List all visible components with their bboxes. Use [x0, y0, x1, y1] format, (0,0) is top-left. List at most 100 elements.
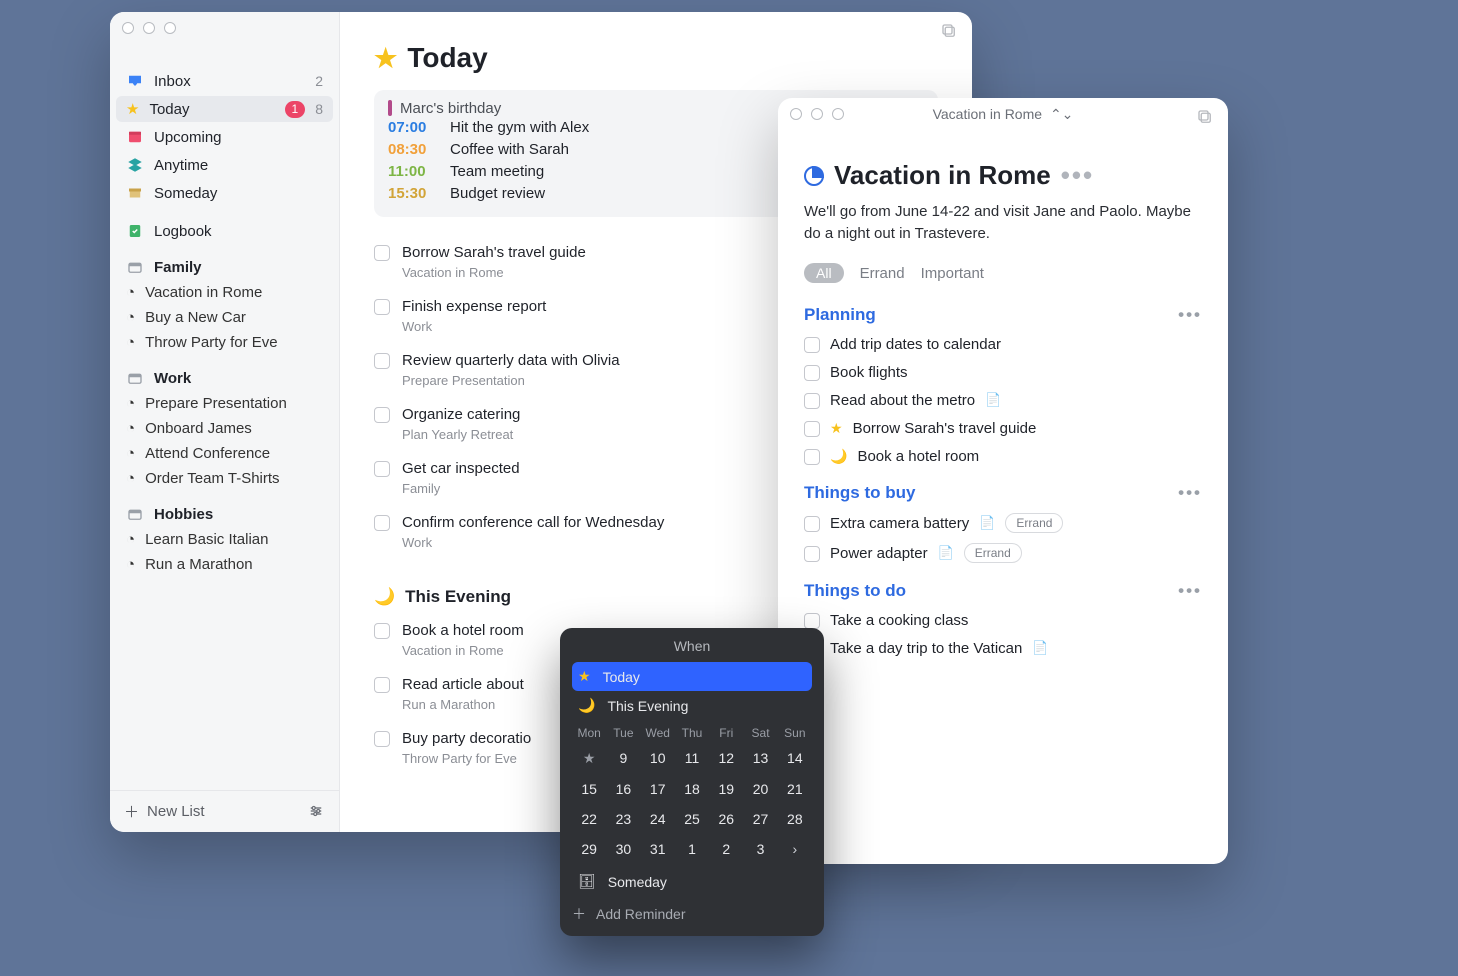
sidebar-project[interactable]: ◔Attend Conference [110, 441, 339, 466]
add-reminder-button[interactable]: ＋ Add Reminder [572, 904, 812, 924]
calendar-day[interactable]: 22 [572, 807, 606, 831]
settings-icon[interactable] [307, 802, 325, 821]
sidebar-project[interactable]: ◔Onboard James [110, 416, 339, 441]
sidebar-item-upcoming[interactable]: Upcoming [116, 124, 333, 150]
task-tag[interactable]: Errand [964, 543, 1022, 563]
zoom-icon[interactable] [164, 22, 176, 34]
checkbox[interactable] [374, 299, 390, 315]
calendar-day[interactable]: 14 [778, 746, 812, 771]
task-row[interactable]: 🌙Book a hotel room [804, 447, 1202, 465]
calendar-day[interactable]: 25 [675, 807, 709, 831]
sidebar-project[interactable]: ◔Order Team T-Shirts [110, 466, 339, 491]
task-row[interactable]: Take a day trip to the Vatican 📄 [804, 639, 1202, 657]
calendar-day[interactable]: 26 [709, 807, 743, 831]
calendar-day[interactable]: 11 [675, 746, 709, 771]
sidebar-item-inbox[interactable]: Inbox 2 [116, 68, 333, 94]
close-icon[interactable] [122, 22, 134, 34]
section-heading[interactable]: Things to do [804, 581, 906, 601]
calendar-day[interactable]: 21 [778, 777, 812, 801]
calendar-day[interactable]: 2 [709, 837, 743, 861]
task-row[interactable]: Take a cooking class [804, 611, 1202, 629]
checkbox[interactable] [374, 407, 390, 423]
calendar-day[interactable]: 24 [641, 807, 675, 831]
task-row[interactable]: Book flights [804, 363, 1202, 381]
filter-all[interactable]: All [804, 263, 844, 283]
calendar-day[interactable]: 9 [606, 746, 640, 771]
section-more-icon[interactable]: ••• [1178, 581, 1202, 601]
project-notes[interactable]: We'll go from June 14-22 and visit Jane … [804, 201, 1202, 245]
calendar-next-icon[interactable]: › [778, 837, 812, 861]
minimize-icon[interactable] [143, 22, 155, 34]
sidebar-project[interactable]: ◔Run a Marathon [110, 552, 339, 577]
checkbox[interactable] [804, 613, 820, 629]
calendar-today-star[interactable]: ★ [572, 746, 606, 771]
calendar-day[interactable]: 19 [709, 777, 743, 801]
calendar-day[interactable]: 20 [743, 777, 777, 801]
when-option-evening[interactable]: 🌙 This Evening [572, 691, 812, 720]
checkbox[interactable] [374, 623, 390, 639]
calendar-day[interactable]: 23 [606, 807, 640, 831]
area-header[interactable]: Work [110, 355, 339, 391]
checkbox[interactable] [374, 515, 390, 531]
checkbox[interactable] [804, 393, 820, 409]
task-row[interactable]: Read about the metro 📄 [804, 391, 1202, 409]
filter-errand[interactable]: Errand [860, 265, 905, 282]
more-icon[interactable]: ••• [1061, 160, 1094, 191]
checkbox[interactable] [804, 449, 820, 465]
task-row[interactable]: Power adapter 📄 Errand [804, 543, 1202, 563]
sidebar-item-anytime[interactable]: Anytime [116, 152, 333, 178]
calendar-day[interactable]: 27 [743, 807, 777, 831]
section-more-icon[interactable]: ••• [1178, 483, 1202, 503]
task-row[interactable]: Add trip dates to calendar [804, 335, 1202, 353]
sidebar-project[interactable]: ◔Vacation in Rome [110, 280, 339, 305]
sidebar-project[interactable]: ◔Learn Basic Italian [110, 527, 339, 552]
sidebar-item-today[interactable]: ★ Today 1 8 [116, 96, 333, 122]
window-controls[interactable] [122, 22, 176, 34]
new-list-button[interactable]: ＋ New List [124, 801, 205, 822]
section-heading[interactable]: Planning [804, 305, 876, 325]
when-option-someday[interactable]: 🗄 Someday [572, 867, 812, 896]
area-header[interactable]: Hobbies [110, 491, 339, 527]
progress-icon: ◔ [126, 470, 135, 487]
checkbox[interactable] [374, 731, 390, 747]
calendar-day[interactable]: 29 [572, 837, 606, 861]
checkbox[interactable] [804, 421, 820, 437]
checkbox[interactable] [374, 461, 390, 477]
calendar-day[interactable]: 13 [743, 746, 777, 771]
sidebar-item-logbook[interactable]: Logbook [116, 218, 333, 244]
new-window-icon[interactable] [1196, 108, 1214, 127]
checkbox[interactable] [374, 353, 390, 369]
calendar-day[interactable]: 30 [606, 837, 640, 861]
section-heading[interactable]: Things to buy [804, 483, 915, 503]
checkbox[interactable] [804, 546, 820, 562]
sidebar-item-someday[interactable]: Someday [116, 180, 333, 206]
checkbox[interactable] [804, 365, 820, 381]
calendar-day[interactable]: 3 [743, 837, 777, 861]
calendar-day[interactable]: 10 [641, 746, 675, 771]
when-option-today[interactable]: ★ Today [572, 662, 812, 691]
calendar-day[interactable]: 18 [675, 777, 709, 801]
when-popover[interactable]: When ★ Today 🌙 This Evening MonTueWedThu… [560, 628, 824, 936]
calendar-day[interactable]: 17 [641, 777, 675, 801]
window-title-menu[interactable]: Vacation in Rome ⌃⌄ [778, 106, 1228, 123]
section-more-icon[interactable]: ••• [1178, 305, 1202, 325]
filter-important[interactable]: Important [921, 265, 984, 282]
task-tag[interactable]: Errand [1005, 513, 1063, 533]
checkbox[interactable] [374, 245, 390, 261]
checkbox[interactable] [374, 677, 390, 693]
checkbox[interactable] [804, 337, 820, 353]
calendar-day[interactable]: 12 [709, 746, 743, 771]
sidebar-project[interactable]: ◔Buy a New Car [110, 305, 339, 330]
area-header[interactable]: Family [110, 244, 339, 280]
task-row[interactable]: Extra camera battery 📄 Errand [804, 513, 1202, 533]
task-row[interactable]: ★Borrow Sarah's travel guide [804, 419, 1202, 437]
sidebar-project[interactable]: ◔Prepare Presentation [110, 391, 339, 416]
checkbox[interactable] [804, 516, 820, 532]
calendar-day[interactable]: 1 [675, 837, 709, 861]
calendar-day[interactable]: 15 [572, 777, 606, 801]
calendar-day[interactable]: 28 [778, 807, 812, 831]
new-window-icon[interactable] [940, 22, 958, 41]
calendar-day[interactable]: 16 [606, 777, 640, 801]
calendar-day[interactable]: 31 [641, 837, 675, 861]
sidebar-project[interactable]: ◔Throw Party for Eve [110, 330, 339, 355]
